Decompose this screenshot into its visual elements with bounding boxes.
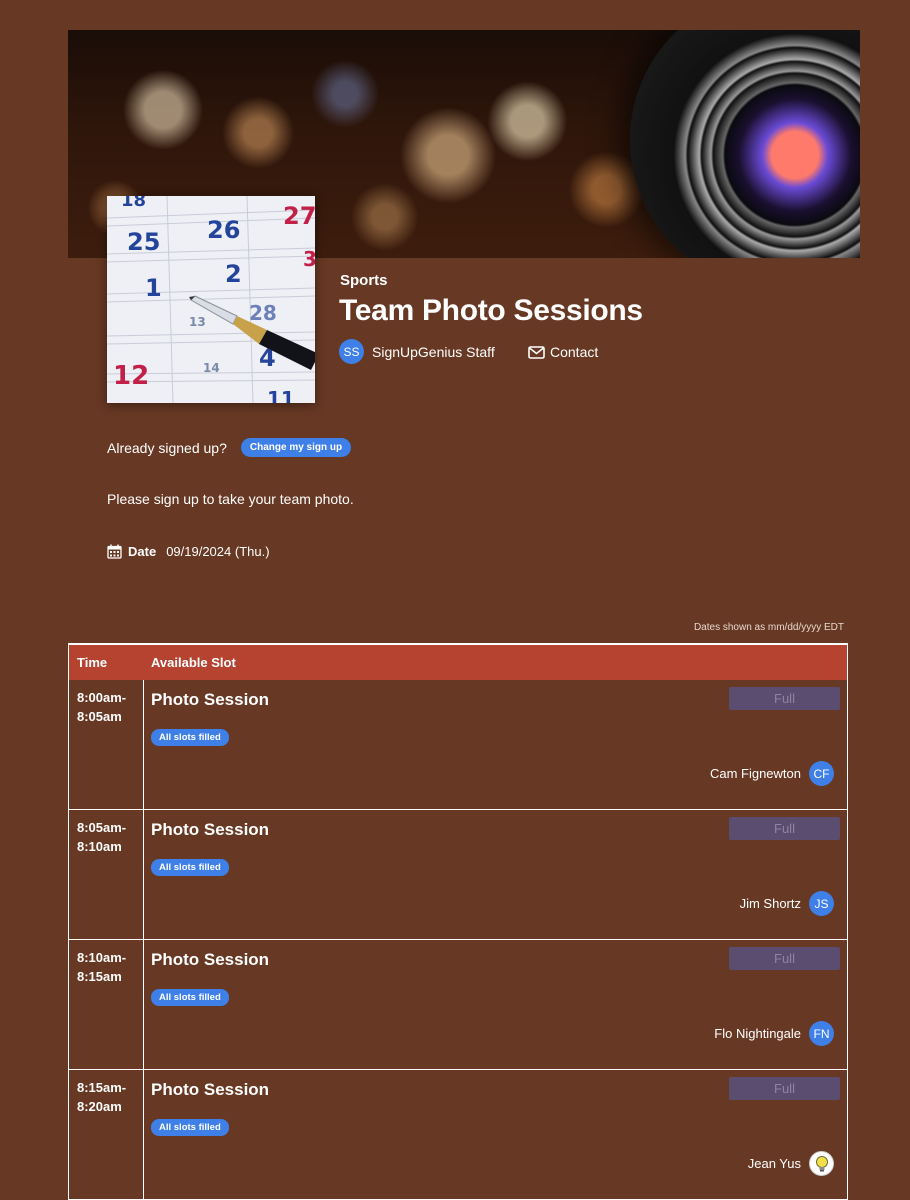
date-row: Date 09/19/2024 (Thu.) <box>107 544 270 559</box>
calendar-date: 18 <box>121 196 146 211</box>
slot-time-start: 8:05am- <box>77 820 127 835</box>
signed-up-prompt: Already signed up? <box>107 439 227 456</box>
table-header: Time Available Slot <box>68 645 848 680</box>
slot-cell: Photo Session All slots filled Full Flo … <box>144 940 847 1069</box>
calendar-date: 26 <box>207 216 240 244</box>
camera-lens-graphic <box>630 30 860 258</box>
participant-name: Jim Shortz <box>739 896 801 911</box>
all-slots-filled-badge: All slots filled <box>151 989 229 1006</box>
calendar-date: 1 <box>145 274 162 302</box>
slot-time-end: 8:20am <box>77 1099 122 1114</box>
date-label: Date <box>128 544 157 559</box>
table-row: 8:15am- 8:20am Photo Session All slots f… <box>68 1070 848 1200</box>
slot-time-end: 8:10am <box>77 839 122 854</box>
change-my-sign-up-button[interactable]: Change my sign up <box>240 438 352 457</box>
calendar-date: 27 <box>283 202 315 230</box>
participant: Jean Yus <box>748 1151 834 1176</box>
participant-avatar <box>809 1151 834 1176</box>
slot-time: 8:10am- 8:15am <box>69 940 144 1069</box>
participant: Flo Nightingale FN <box>714 1021 834 1046</box>
participant-name: Jean Yus <box>747 1156 801 1171</box>
participant-avatar: JS <box>809 891 834 916</box>
slot-time-start: 8:15am- <box>77 1080 127 1095</box>
calendar-date: 11 <box>267 387 295 403</box>
date-value: 09/19/2024 (Thu.) <box>166 544 270 559</box>
column-header-slot: Available Slot <box>151 655 236 670</box>
full-button[interactable]: Full <box>729 687 840 710</box>
slot-cell: Photo Session All slots filled Full Cam … <box>144 680 847 809</box>
slot-title: Photo Session <box>151 1080 270 1099</box>
calendar-date: 13 <box>189 315 206 329</box>
slots-table: Time Available Slot 8:00am- 8:05am Photo… <box>68 643 848 1200</box>
participant: Jim Shortz JS <box>740 891 834 916</box>
slot-time: 8:05am- 8:10am <box>69 810 144 939</box>
all-slots-filled-badge: All slots filled <box>151 1119 229 1136</box>
column-header-time: Time <box>77 655 108 670</box>
table-row: 8:00am- 8:05am Photo Session All slots f… <box>68 680 848 810</box>
slot-time: 8:15am- 8:20am <box>69 1070 144 1199</box>
calendar-icon <box>107 544 122 559</box>
participant: Cam Fignewton CF <box>710 761 834 786</box>
envelope-icon <box>528 345 545 359</box>
slot-cell: Photo Session All slots filled Full Jean… <box>144 1070 847 1199</box>
calendar-date: 12 <box>113 361 149 391</box>
organizer-avatar: SS <box>339 339 364 364</box>
all-slots-filled-badge: All slots filled <box>151 729 229 746</box>
timezone-note: Dates shown as mm/dd/yyyy EDT <box>693 622 844 633</box>
slot-time: 8:00am- 8:05am <box>69 680 144 809</box>
calendar-date: 14 <box>203 361 220 375</box>
participant-name: Cam Fignewton <box>709 766 801 781</box>
contact-label: Contact <box>550 344 599 360</box>
calendar-date: 25 <box>127 228 160 256</box>
signup-description: Please sign up to take your team photo. <box>107 491 354 507</box>
signup-thumbnail-image: 18 25 26 27 1 2 3 12 13 14 4 28 11 <box>107 196 315 403</box>
all-slots-filled-badge: All slots filled <box>151 859 229 876</box>
signup-category: Sports <box>340 272 388 289</box>
organizer[interactable]: SS SignUpGenius Staff <box>339 339 495 364</box>
slot-title: Photo Session <box>151 820 270 839</box>
contact-link[interactable]: Contact <box>528 344 598 360</box>
organizer-name: SignUpGenius Staff <box>372 343 495 360</box>
page-title: Team Photo Sessions <box>339 294 643 327</box>
signed-up-row: Already signed up? Change my sign up <box>107 438 352 457</box>
slot-time-start: 8:00am- <box>77 690 127 705</box>
full-button[interactable]: Full <box>729 1077 840 1100</box>
calendar-date: 2 <box>225 260 242 288</box>
participant-avatar: CF <box>809 761 834 786</box>
full-button[interactable]: Full <box>729 947 840 970</box>
slot-time-end: 8:15am <box>77 969 122 984</box>
lightbulb-icon <box>815 1155 828 1171</box>
full-button[interactable]: Full <box>729 817 840 840</box>
slot-time-end: 8:05am <box>77 709 122 724</box>
participant-avatar: FN <box>809 1021 834 1046</box>
slot-cell: Photo Session All slots filled Full Jim … <box>144 810 847 939</box>
slot-title: Photo Session <box>151 690 270 709</box>
calendar-date: 28 <box>249 301 277 325</box>
slot-time-start: 8:10am- <box>77 950 127 965</box>
calendar-date: 3 <box>303 247 315 271</box>
participant-name: Flo Nightingale <box>714 1026 801 1041</box>
calendar-pen-illustration: 18 25 26 27 1 2 3 12 13 14 4 28 11 <box>107 196 315 403</box>
slot-title: Photo Session <box>151 950 270 969</box>
table-row: 8:10am- 8:15am Photo Session All slots f… <box>68 940 848 1070</box>
table-row: 8:05am- 8:10am Photo Session All slots f… <box>68 810 848 940</box>
